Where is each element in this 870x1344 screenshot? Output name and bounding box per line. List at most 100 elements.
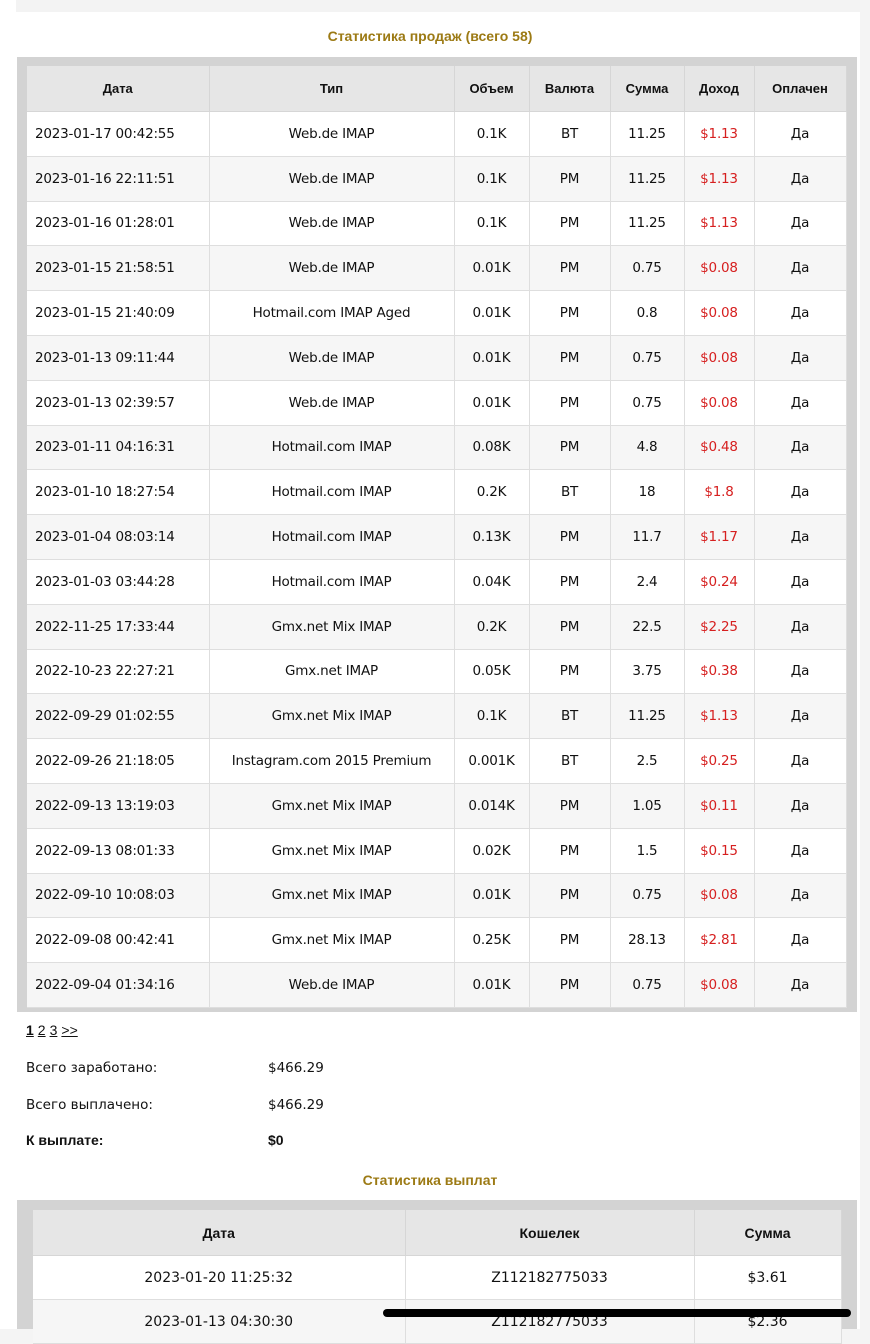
table-row: 2022-09-08 00:42:41 Gmx.net Mix IMAP 0.25K… <box>27 917 847 964</box>
cell-amount: $3.61 <box>694 1255 842 1300</box>
cell-date: 2023-01-13 04:30:30 <box>33 1299 406 1344</box>
payouts-header-cell: Кошелек <box>405 1210 695 1256</box>
cell-sum: 0.75 <box>610 380 685 426</box>
cell-date: 2022-09-10 10:08:03 <box>27 873 210 919</box>
sales-header-cell: Сумма <box>610 66 685 112</box>
pagination: 1 2 3 >> <box>26 1022 82 1038</box>
cell-date: 2023-01-16 01:28:01 <box>27 201 210 247</box>
cell-income: $1.13 <box>684 201 755 247</box>
cell-sum: 0.8 <box>610 290 685 336</box>
sales-table: Дата Тип Объем Валюта Сумма Доход Оплачен 2023… <box>27 66 847 1008</box>
cell-paid: Да <box>754 380 847 426</box>
cell-paid: Да <box>754 290 847 336</box>
cell-volume: 0.01K <box>454 290 530 336</box>
table-row: 2023-01-03 03:44:28 Hotmail.com IMAP 0.04K… <box>27 559 847 605</box>
cell-currency: PM <box>529 559 611 605</box>
cell-date: 2023-01-17 00:42:55 <box>27 111 210 157</box>
cell-income: $0.08 <box>684 873 755 919</box>
page-link-3[interactable]: 3 <box>50 1022 58 1038</box>
table-row: 2022-09-04 01:34:16 Web.de IMAP 0.01K PM 0.7… <box>27 962 847 1008</box>
cell-volume: 0.1K <box>454 201 530 247</box>
table-row: 2023-01-17 00:42:55 Web.de IMAP 0.1K BT 11.2… <box>27 111 847 157</box>
scroll-indicator[interactable] <box>383 1309 851 1317</box>
cell-sum: 1.5 <box>610 828 685 874</box>
cell-income: $0.08 <box>684 962 755 1008</box>
cell-volume: 0.01K <box>454 873 530 919</box>
cell-date: 2023-01-20 11:25:32 <box>33 1255 406 1300</box>
cell-sum: 11.25 <box>610 201 685 247</box>
payouts-table-header: Дата Кошелек Сумма <box>33 1210 842 1256</box>
cell-wallet: Z112182775033 <box>405 1255 695 1300</box>
cell-sum: 18 <box>610 469 685 516</box>
cell-paid: Да <box>754 156 847 202</box>
cell-type: Instagram.com 2015 Premium <box>209 738 455 784</box>
sales-table-body: 2023-01-17 00:42:55 Web.de IMAP 0.1K BT 11.2… <box>27 111 847 1008</box>
cell-date: 2023-01-10 18:27:54 <box>27 469 210 516</box>
page-link-1[interactable]: 1 <box>26 1022 34 1038</box>
cell-paid: Да <box>754 559 847 605</box>
cell-date: 2023-01-13 09:11:44 <box>27 335 210 381</box>
cell-sum: 0.75 <box>610 962 685 1008</box>
cell-currency: PM <box>529 649 611 695</box>
cell-type: Hotmail.com IMAP <box>209 425 455 471</box>
table-row: 2023-01-13 09:11:44 Web.de IMAP 0.01K PM 0.7… <box>27 335 847 381</box>
cell-type: Gmx.net Mix IMAP <box>209 783 455 829</box>
cell-sum: 1.05 <box>610 783 685 829</box>
cell-type: Gmx.net Mix IMAP <box>209 873 455 919</box>
cell-date: 2022-11-25 17:33:44 <box>27 604 210 650</box>
cell-volume: 0.13K <box>454 514 530 560</box>
cell-income: $1.13 <box>684 156 755 202</box>
cell-date: 2022-10-23 22:27:21 <box>27 649 210 695</box>
cell-income: $0.25 <box>684 738 755 784</box>
cell-paid: Да <box>754 738 847 784</box>
cell-currency: PM <box>529 156 611 202</box>
cell-date: 2022-09-13 08:01:33 <box>27 828 210 874</box>
cell-type: Gmx.net Mix IMAP <box>209 828 455 874</box>
cell-sum: 11.25 <box>610 156 685 202</box>
cell-income: $1.13 <box>684 693 755 740</box>
cell-income: $0.08 <box>684 380 755 426</box>
cell-currency: BT <box>529 693 611 740</box>
cell-income: $2.81 <box>684 917 755 964</box>
cell-volume: 0.01K <box>454 335 530 381</box>
table-row: 2022-09-10 10:08:03 Gmx.net Mix IMAP 0.01K… <box>27 873 847 919</box>
page-next-link[interactable]: >> <box>61 1022 77 1038</box>
cell-date: 2022-09-13 13:19:03 <box>27 783 210 829</box>
sales-header-cell: Дата <box>27 66 210 112</box>
sales-header-cell: Объем <box>454 66 530 112</box>
cell-volume: 0.2K <box>454 604 530 650</box>
cell-currency: PM <box>529 917 611 964</box>
table-row: 2023-01-15 21:40:09 Hotmail.com IMAP Aged… <box>27 290 847 336</box>
cell-paid: Да <box>754 828 847 874</box>
cell-sum: 28.13 <box>610 917 685 964</box>
cell-volume: 0.02K <box>454 828 530 874</box>
cell-paid: Да <box>754 693 847 740</box>
cell-volume: 0.1K <box>454 111 530 157</box>
cell-income: $1.8 <box>684 469 755 516</box>
table-row: 2023-01-16 22:11:51 Web.de IMAP 0.1K PM 11.2… <box>27 156 847 202</box>
cell-income: $1.13 <box>684 111 755 157</box>
cell-date: 2022-09-04 01:34:16 <box>27 962 210 1008</box>
table-row: 2023-01-15 21:58:51 Web.de IMAP 0.01K PM 0.7… <box>27 245 847 292</box>
cell-volume: 0.08K <box>454 425 530 471</box>
cell-type: Hotmail.com IMAP <box>209 514 455 560</box>
cell-currency: BT <box>529 738 611 784</box>
due-value: $0 <box>268 1132 284 1148</box>
cell-date: 2023-01-15 21:58:51 <box>27 245 210 292</box>
cell-currency: PM <box>529 604 611 650</box>
page-link-2[interactable]: 2 <box>38 1022 46 1038</box>
cell-wallet: Z112182775033 <box>405 1299 695 1344</box>
table-row: 2023-01-20 11:25:32 Z112182775033 $3.61 <box>33 1255 842 1300</box>
cell-type: Gmx.net Mix IMAP <box>209 604 455 650</box>
table-row: 2023-01-11 04:16:31 Hotmail.com IMAP 0.08K… <box>27 425 847 471</box>
sales-title: Статистика продаж (всего 58) <box>327 28 533 44</box>
cell-volume: 0.05K <box>454 649 530 695</box>
cell-currency: PM <box>529 873 611 919</box>
cell-type: Hotmail.com IMAP <box>209 559 455 605</box>
cell-income: $0.08 <box>684 290 755 336</box>
sales-header-cell: Доход <box>684 66 755 112</box>
cell-income: $0.24 <box>684 559 755 605</box>
cell-currency: PM <box>529 425 611 471</box>
cell-income: $0.08 <box>684 335 755 381</box>
cell-type: Web.de IMAP <box>209 156 455 202</box>
